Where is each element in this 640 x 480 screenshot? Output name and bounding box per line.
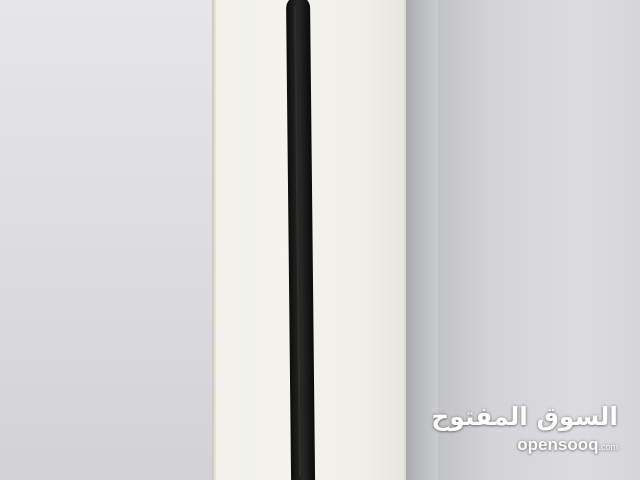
photo-scene: السوق المفتوح opensooq.com bbox=[0, 0, 640, 480]
watermark-brand-text: opensooq bbox=[517, 435, 599, 454]
watermark-brand: opensooq.com bbox=[431, 434, 618, 458]
watermark-brand-suffix: .com bbox=[598, 442, 618, 452]
background-wall-left bbox=[0, 0, 216, 480]
watermark-arabic-text: السوق المفتوح bbox=[431, 402, 618, 431]
opensooq-watermark: السوق المفتوح opensooq.com bbox=[431, 402, 618, 458]
black-stylus-pen bbox=[286, 0, 316, 480]
stylus-highlight bbox=[294, 6, 302, 477]
